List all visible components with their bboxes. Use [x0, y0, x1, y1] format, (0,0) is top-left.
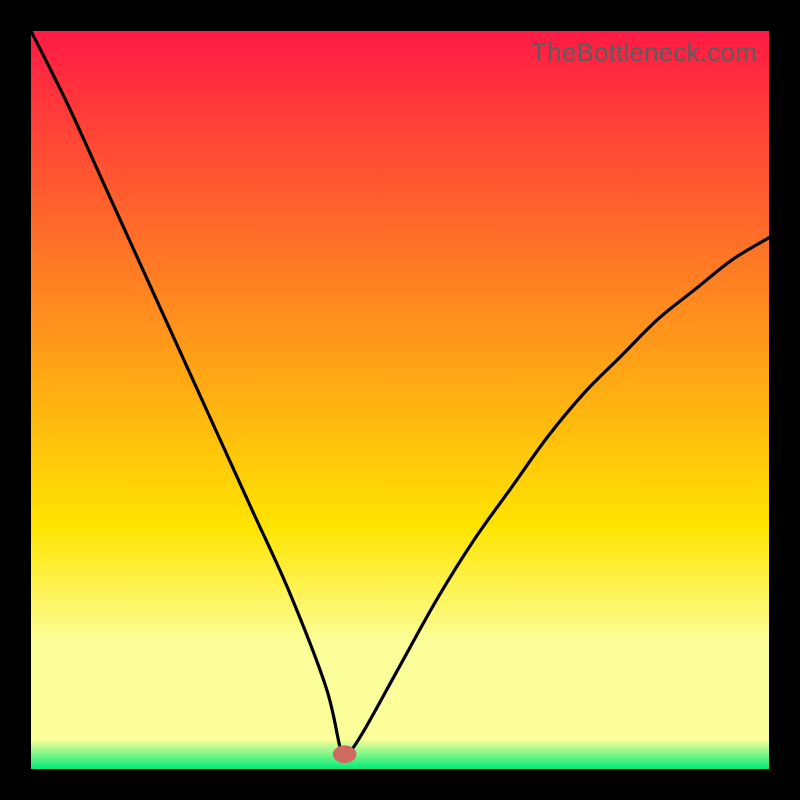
gradient-background	[31, 31, 769, 769]
watermark-text: TheBottleneck.com	[531, 37, 757, 68]
bottleneck-chart	[31, 31, 769, 769]
chart-frame: TheBottleneck.com	[0, 0, 800, 800]
minimum-marker	[333, 745, 357, 763]
plot-area: TheBottleneck.com	[31, 31, 769, 769]
